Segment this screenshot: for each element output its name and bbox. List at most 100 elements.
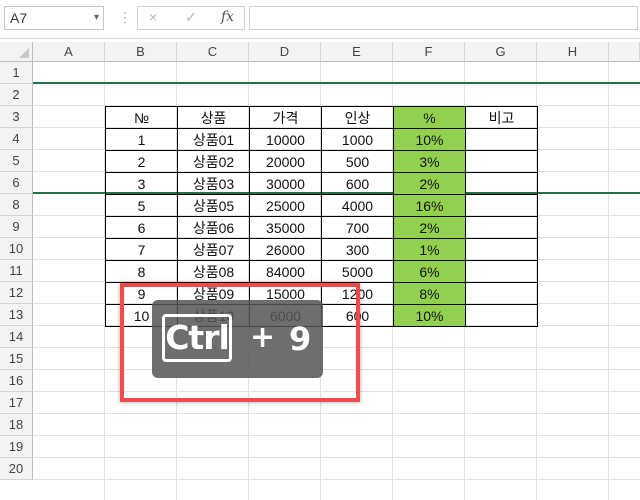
cancel-icon[interactable]: × — [149, 9, 157, 25]
table-cell[interactable]: 2 — [105, 150, 178, 173]
table-cell[interactable] — [465, 216, 538, 239]
row-header-10[interactable]: 10 — [0, 238, 33, 260]
column-header-i[interactable] — [609, 42, 640, 62]
table-cell[interactable]: 2% — [393, 172, 466, 195]
table-cell[interactable]: 1 — [105, 128, 178, 151]
table-header-cell[interactable]: 인상 — [321, 106, 394, 129]
table-cell[interactable]: 상품05 — [177, 194, 250, 217]
row-header-17[interactable]: 17 — [0, 392, 33, 414]
table-cell[interactable] — [465, 150, 538, 173]
row-header-15[interactable]: 15 — [0, 348, 33, 370]
more-options-icon[interactable]: ⋮ — [118, 8, 132, 26]
row-header-2[interactable]: 2 — [0, 84, 33, 106]
formula-bar: A7 ▾ ⋮ × ✓ fx — [0, 0, 640, 39]
column-header-a[interactable]: A — [33, 42, 105, 62]
row-header-20[interactable]: 20 — [0, 458, 33, 480]
table-cell[interactable]: 1% — [393, 238, 466, 261]
row-header-11[interactable]: 11 — [0, 260, 33, 282]
column-header-b[interactable]: B — [105, 42, 177, 62]
checkmark-icon[interactable]: ✓ — [185, 9, 197, 26]
row-header-12[interactable]: 12 — [0, 282, 33, 304]
table-cell[interactable]: 8% — [393, 282, 466, 305]
hidden-rows-indicator — [33, 82, 640, 84]
table-cell[interactable] — [465, 282, 538, 305]
row-header-13[interactable]: 13 — [0, 304, 33, 326]
table-cell[interactable]: 10000 — [249, 128, 322, 151]
column-header-g[interactable]: G — [465, 42, 537, 62]
table-header-cell[interactable]: 상품 — [177, 106, 250, 129]
column-header-d[interactable]: D — [249, 42, 321, 62]
name-box-value: A7 — [10, 10, 28, 26]
table-header-cell[interactable]: % — [393, 106, 466, 129]
table-cell[interactable]: 10% — [393, 304, 466, 327]
row-header-4[interactable]: 4 — [0, 128, 33, 150]
table-cell[interactable]: 5 — [105, 194, 178, 217]
gridline — [33, 435, 640, 436]
row-header-5[interactable]: 5 — [0, 150, 33, 172]
table-cell[interactable]: 8 — [105, 260, 178, 283]
table-cell[interactable]: 5000 — [321, 260, 394, 283]
table-cell[interactable] — [465, 304, 538, 327]
insert-function-icon[interactable]: fx — [221, 9, 234, 25]
table-cell[interactable]: 상품07 — [177, 238, 250, 261]
row-header-18[interactable]: 18 — [0, 414, 33, 436]
table-cell[interactable]: 20000 — [249, 150, 322, 173]
column-header-c[interactable]: C — [177, 42, 249, 62]
table-cell[interactable] — [465, 194, 538, 217]
table-header-cell[interactable]: № — [105, 106, 178, 129]
gridline — [33, 457, 640, 458]
table-cell[interactable]: 6% — [393, 260, 466, 283]
table-cell[interactable]: 84000 — [249, 260, 322, 283]
table-cell[interactable]: 700 — [321, 216, 394, 239]
table-cell[interactable]: 상품01 — [177, 128, 250, 151]
table-cell[interactable]: 6 — [105, 216, 178, 239]
table-cell[interactable]: 16% — [393, 194, 466, 217]
table-cell[interactable]: 상품08 — [177, 260, 250, 283]
name-box[interactable]: A7 ▾ — [4, 6, 104, 30]
column-header-h[interactable]: H — [537, 42, 609, 62]
table-cell[interactable]: 4000 — [321, 194, 394, 217]
row-header-16[interactable]: 16 — [0, 370, 33, 392]
table-cell[interactable]: 10% — [393, 128, 466, 151]
table-cell[interactable]: 2% — [393, 216, 466, 239]
table-cell[interactable]: 300 — [321, 238, 394, 261]
row-header-6[interactable]: 6 — [0, 172, 33, 194]
table-cell[interactable] — [465, 238, 538, 261]
table-cell[interactable] — [465, 128, 538, 151]
row-header-8[interactable]: 8 — [0, 194, 33, 216]
table-header-cell[interactable]: 비고 — [465, 106, 538, 129]
table-cell[interactable]: 1000 — [321, 128, 394, 151]
table-header-cell[interactable]: 가격 — [249, 106, 322, 129]
row-header-1[interactable]: 1 — [0, 62, 33, 84]
row-header-14[interactable]: 14 — [0, 326, 33, 348]
table-cell[interactable]: 35000 — [249, 216, 322, 239]
table-cell[interactable]: 26000 — [249, 238, 322, 261]
table-cell[interactable]: 25000 — [249, 194, 322, 217]
table-cell[interactable]: 상품03 — [177, 172, 250, 195]
select-all-button[interactable] — [0, 42, 33, 62]
nine-key: 9 — [289, 320, 312, 358]
table-cell[interactable]: 상품06 — [177, 216, 250, 239]
plus-sign: + — [250, 320, 276, 355]
table-cell[interactable]: 7 — [105, 238, 178, 261]
table-cell[interactable] — [465, 260, 538, 283]
row-header-3[interactable]: 3 — [0, 106, 33, 128]
gridline — [608, 62, 609, 500]
table-cell[interactable]: 500 — [321, 150, 394, 173]
column-header-f[interactable]: F — [393, 42, 465, 62]
table-cell[interactable] — [465, 172, 538, 195]
table-cell[interactable]: 3 — [105, 172, 178, 195]
table-cell[interactable]: 상품02 — [177, 150, 250, 173]
column-header-e[interactable]: E — [321, 42, 393, 62]
formula-input[interactable] — [249, 6, 638, 30]
chevron-down-icon[interactable]: ▾ — [94, 7, 99, 29]
formula-buttons: × ✓ fx — [137, 6, 245, 30]
table-cell[interactable]: 30000 — [249, 172, 322, 195]
table-cell[interactable]: 600 — [321, 172, 394, 195]
shortcut-overlay: Ctrl + 9 — [152, 300, 323, 378]
row-header-19[interactable]: 19 — [0, 436, 33, 458]
row-header-9[interactable]: 9 — [0, 216, 33, 238]
gridline — [33, 413, 640, 414]
ctrl-key: Ctrl — [162, 314, 232, 362]
table-cell[interactable]: 3% — [393, 150, 466, 173]
